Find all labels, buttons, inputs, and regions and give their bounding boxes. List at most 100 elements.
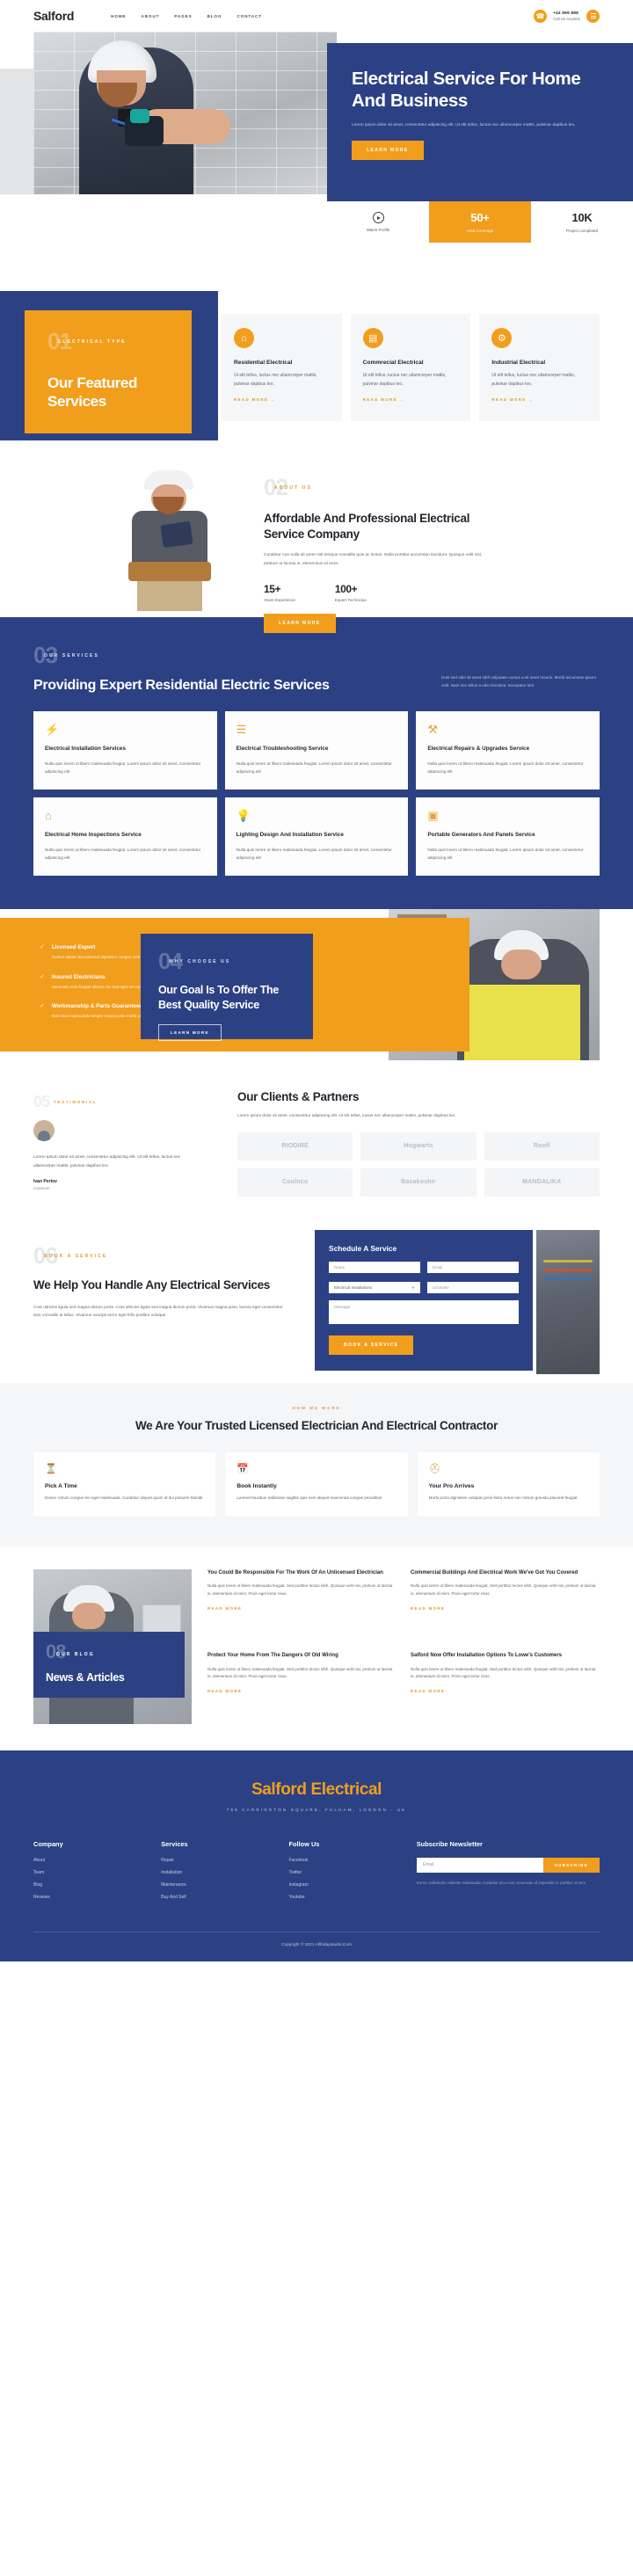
news-title: News & Articles [46,1671,125,1685]
partner-logo[interactable]: Hogwarts [360,1132,477,1161]
section-eyebrow: OUR BLOG [56,1652,95,1658]
footer-logo[interactable]: Salford Electrical [33,1780,600,1800]
subscribe-button[interactable]: SUBSCRIBE [542,1857,600,1873]
read-more-link[interactable]: READ MORE [411,1606,445,1611]
play-icon[interactable] [372,212,384,223]
section-number: 03 OUR SERVICES [33,642,99,668]
featured-card[interactable]: ▤ Commrecial Electrical Ut elit tellus, … [350,314,471,421]
service-card[interactable]: ⚡ Electrical Installation Services Nulla… [33,710,217,790]
site-logo[interactable]: Salford [33,9,74,23]
phone-block[interactable]: +44 999 888 Call Us Anytime [553,11,580,21]
hero-side-strip [0,69,33,194]
partner-logo[interactable]: Basakoshir [360,1168,477,1197]
partner-logo[interactable]: Coolnco [237,1168,353,1197]
section-eyebrow: ELECTRICAL TYPE [58,339,127,345]
section-number: 01 ELECTRICAL TYPE [47,328,127,354]
choose-learn-more-button[interactable]: LEARN MORE [158,1024,222,1042]
stat-label: Project completed [565,229,599,233]
footer-link[interactable]: Buy And Sell [161,1895,273,1900]
partner-logo[interactable]: Roofi [484,1132,600,1161]
step-text: Donec rutrum congue leo eget malesuada. … [45,1495,203,1500]
article-title: Protect Your Home From The Dangers Of Ol… [207,1653,338,1659]
nav-item-blog[interactable]: BLOG [207,14,222,18]
service-card[interactable]: ⌂ Electrical Home Inspections Service Nu… [33,797,217,877]
page-root: Salford HOME ABOUT PAGES BLOG CONTACT ☎ … [0,0,633,1961]
hero-content: Electrical Service For Home And Business… [327,43,633,201]
service-text: Nulla quis lorem ut libero malesuada feu… [45,847,201,861]
read-more-link[interactable]: READ MORE → [363,397,405,402]
services-grid: ⚡ Electrical Installation Services Nulla… [33,710,600,877]
read-more-link[interactable]: READ MORE [207,1606,242,1611]
check-icon: ✓ [40,1002,45,1009]
services-title: Providing Expert Residential Electric Se… [33,678,330,693]
featured-services-section: 01 ELECTRICAL TYPE Our Featured Services … [0,291,633,463]
card-title: Commrecial Electrical [362,360,424,366]
stat-value: 100+ [334,582,358,595]
news-article[interactable]: Salford Now Offer Installation Options T… [411,1652,600,1724]
service-select[interactable]: Electrical Installations ▼ [329,1281,420,1293]
name-input[interactable]: Name [329,1261,420,1273]
read-more-link[interactable]: READ MORE → [491,397,534,402]
section-number: 02 ABOUT US [264,474,312,500]
read-more-link[interactable]: READ MORE [411,1689,445,1693]
nav-item-about[interactable]: ABOUT [142,14,160,18]
service-card[interactable]: 💡 Lighting Design And Installation Servi… [224,797,409,877]
about-stat-years: 15+ Years Experience [264,583,295,602]
phone-label: Call Us Anytime [553,16,580,21]
service-card[interactable]: ▣ Portable Generators And Panels Service… [416,797,600,877]
featured-card[interactable]: ⚙ Industrial Electrical Ut elit tellus, … [479,314,600,421]
column-heading: Follow Us [288,1839,320,1848]
newsletter-email-input[interactable]: Email [416,1857,543,1873]
news-article[interactable]: Protect Your Home From The Dangers Of Ol… [207,1652,397,1724]
featured-card[interactable]: ⌂ Residential Electrical Ut elit tellus,… [222,314,342,421]
phone-number: +44 999 888 [553,11,579,16]
hero-image-electrician [33,32,337,194]
footer-link[interactable]: Maintenance [161,1882,273,1888]
email-input[interactable]: Email [427,1261,519,1273]
footer-link[interactable]: Blog [33,1882,145,1888]
news-article[interactable]: Commercial Buildings And Electrical Work… [411,1569,600,1641]
step-text: Laoreet faucibus habitasse sagittis quis… [236,1495,382,1500]
news-heading-card: 08 OUR BLOG News & Articles [33,1632,185,1698]
hero-paragraph: Lorem ipsum dolor sit amet, consectetur … [352,123,576,127]
footer-columns: Company About Team Blog Reviews Services… [33,1840,600,1907]
nav-item-home[interactable]: HOME [111,14,126,18]
book-service-submit-button[interactable]: BOOK A SERVICE [329,1335,414,1355]
footer-link[interactable]: Facebook [289,1858,401,1863]
schedule-input[interactable]: Schedule [427,1281,519,1293]
step-title: Pick A Time [45,1482,77,1489]
footer-link[interactable]: Installation [161,1870,273,1875]
partner-logo[interactable]: MANDALIKA [484,1168,600,1197]
service-card[interactable]: ☰ Electrical Troubleshooting Service Nul… [224,710,409,790]
hero-learn-more-button[interactable]: LEARN MORE [352,141,424,161]
card-text: Ut elit tellus, luctus nec ullamcorper m… [234,373,317,387]
footer-link[interactable]: Team [33,1870,145,1875]
footer-link[interactable]: Reviews [33,1895,145,1900]
footer-column-services: Services Repair Installation Maintenance… [161,1840,273,1907]
service-text: Nulla quis lorem ut libero malesuada feu… [427,760,584,774]
footer-link[interactable]: Instagram [289,1882,401,1888]
footer-link[interactable]: Twitter [289,1870,401,1875]
work-steps: ⏳ Pick A Time Donec rutrum congue leo eg… [33,1452,600,1517]
nav-item-pages[interactable]: PAGES [174,14,192,18]
read-more-link[interactable]: READ MORE [207,1689,242,1693]
article-title: Commercial Buildings And Electrical Work… [411,1569,578,1575]
service-card[interactable]: ⚒ Electrical Repairs & Upgrades Service … [416,710,600,790]
nav-item-contact[interactable]: CONTACT [237,14,262,18]
footer-link[interactable]: Repair [161,1858,273,1863]
read-more-link[interactable]: READ MORE → [234,397,276,402]
footer-link[interactable]: About [33,1858,145,1863]
step-text: Morbi porta dignissim volutpat proin lit… [428,1495,578,1500]
service-text: Nulla quis lorem ut libero malesuada feu… [427,847,584,861]
message-textarea[interactable]: Message [329,1299,519,1324]
testimonial-quote: Lorem ipsum dolor sit amet, consectetur … [33,1155,181,1168]
footer-link[interactable]: Youtube [289,1895,401,1900]
news-article[interactable]: You Could Be Responsible For The Work Of… [207,1569,397,1641]
partners-block: Our Clients & Partners Lorem ipsum dolor… [237,1090,600,1197]
work-step-card: 📅 Book Instantly Laoreet faucibus habita… [225,1452,408,1517]
stat-watch-profile[interactable]: Watch Profile [327,201,429,243]
service-text: Nulla quis lorem ut libero malesuada feu… [236,847,392,861]
about-learn-more-button[interactable]: LEARN MORE [264,613,336,633]
partner-logo[interactable]: RIODIRE [237,1132,353,1161]
hamburger-icon[interactable] [586,9,600,23]
